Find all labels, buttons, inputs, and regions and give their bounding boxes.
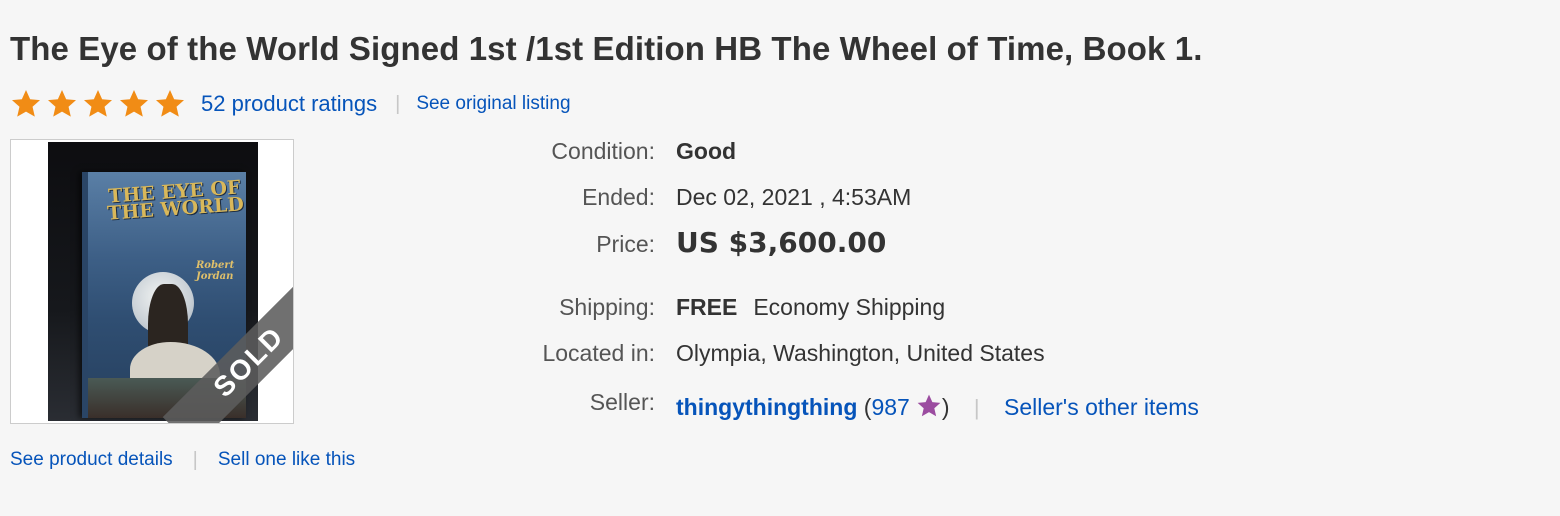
location-row: Located in: Olympia, Washington, United …	[460, 340, 1045, 367]
ended-row: Ended: Dec 02, 2021 , 4:53AM	[460, 184, 911, 211]
star-icon	[84, 90, 112, 117]
sellers-other-items-link[interactable]: Seller's other items	[1004, 394, 1199, 420]
condition-row: Condition: Good	[460, 138, 736, 165]
shipping-method: Economy Shipping	[753, 294, 946, 320]
see-product-details-link[interactable]: See product details	[10, 449, 173, 471]
seller-row: Seller: thingythingthing (987) | Seller'…	[460, 388, 1199, 420]
location-value: Olympia, Washington, United States	[676, 340, 1045, 366]
condition-label: Condition:	[551, 138, 655, 164]
shipping-row: Shipping: FREE Economy Shipping	[460, 294, 945, 321]
shipping-free: FREE	[676, 294, 738, 320]
star-icon	[48, 90, 76, 117]
divider: |	[973, 395, 980, 420]
sell-one-like-this-link[interactable]: Sell one like this	[218, 449, 355, 471]
star-icon	[12, 90, 41, 117]
star-icon	[120, 90, 148, 117]
location-label: Located in:	[542, 340, 655, 366]
item-image[interactable]: THE EYE OF THE WORLD Robert Jordan SOLD	[10, 139, 294, 424]
product-ratings-link[interactable]: 52 product ratings	[201, 91, 377, 117]
star-rating[interactable]	[10, 88, 186, 120]
condition-value: Good	[676, 138, 737, 164]
seller-label: Seller:	[589, 389, 655, 415]
divider: |	[395, 92, 401, 115]
price-row: Price: US $3,600.00	[460, 226, 886, 259]
ended-value: Dec 02, 2021 , 4:53AM	[676, 184, 912, 210]
price-value: US $3,600.00	[676, 226, 887, 259]
item-details: Condition: Good Ended: Dec 02, 2021 , 4:…	[460, 0, 1460, 516]
seller-info: thingythingthing (987) | Seller's other …	[676, 393, 1199, 421]
book-cover-title: THE EYE OF THE WORLD	[106, 176, 245, 225]
paren-close: )	[941, 394, 950, 420]
shipping-label: Shipping:	[559, 294, 655, 320]
ended-label: Ended:	[582, 184, 655, 210]
star-icon	[156, 90, 184, 117]
seller-feedback-link[interactable]: 987	[871, 394, 909, 420]
price-label: Price:	[596, 231, 655, 257]
book-cover-author: Robert Jordan	[196, 260, 235, 282]
seller-name-link[interactable]: thingythingthing	[676, 394, 857, 420]
feedback-star-icon	[917, 394, 941, 417]
image-links: See product details | Sell one like this	[10, 448, 355, 472]
divider: |	[192, 448, 198, 471]
